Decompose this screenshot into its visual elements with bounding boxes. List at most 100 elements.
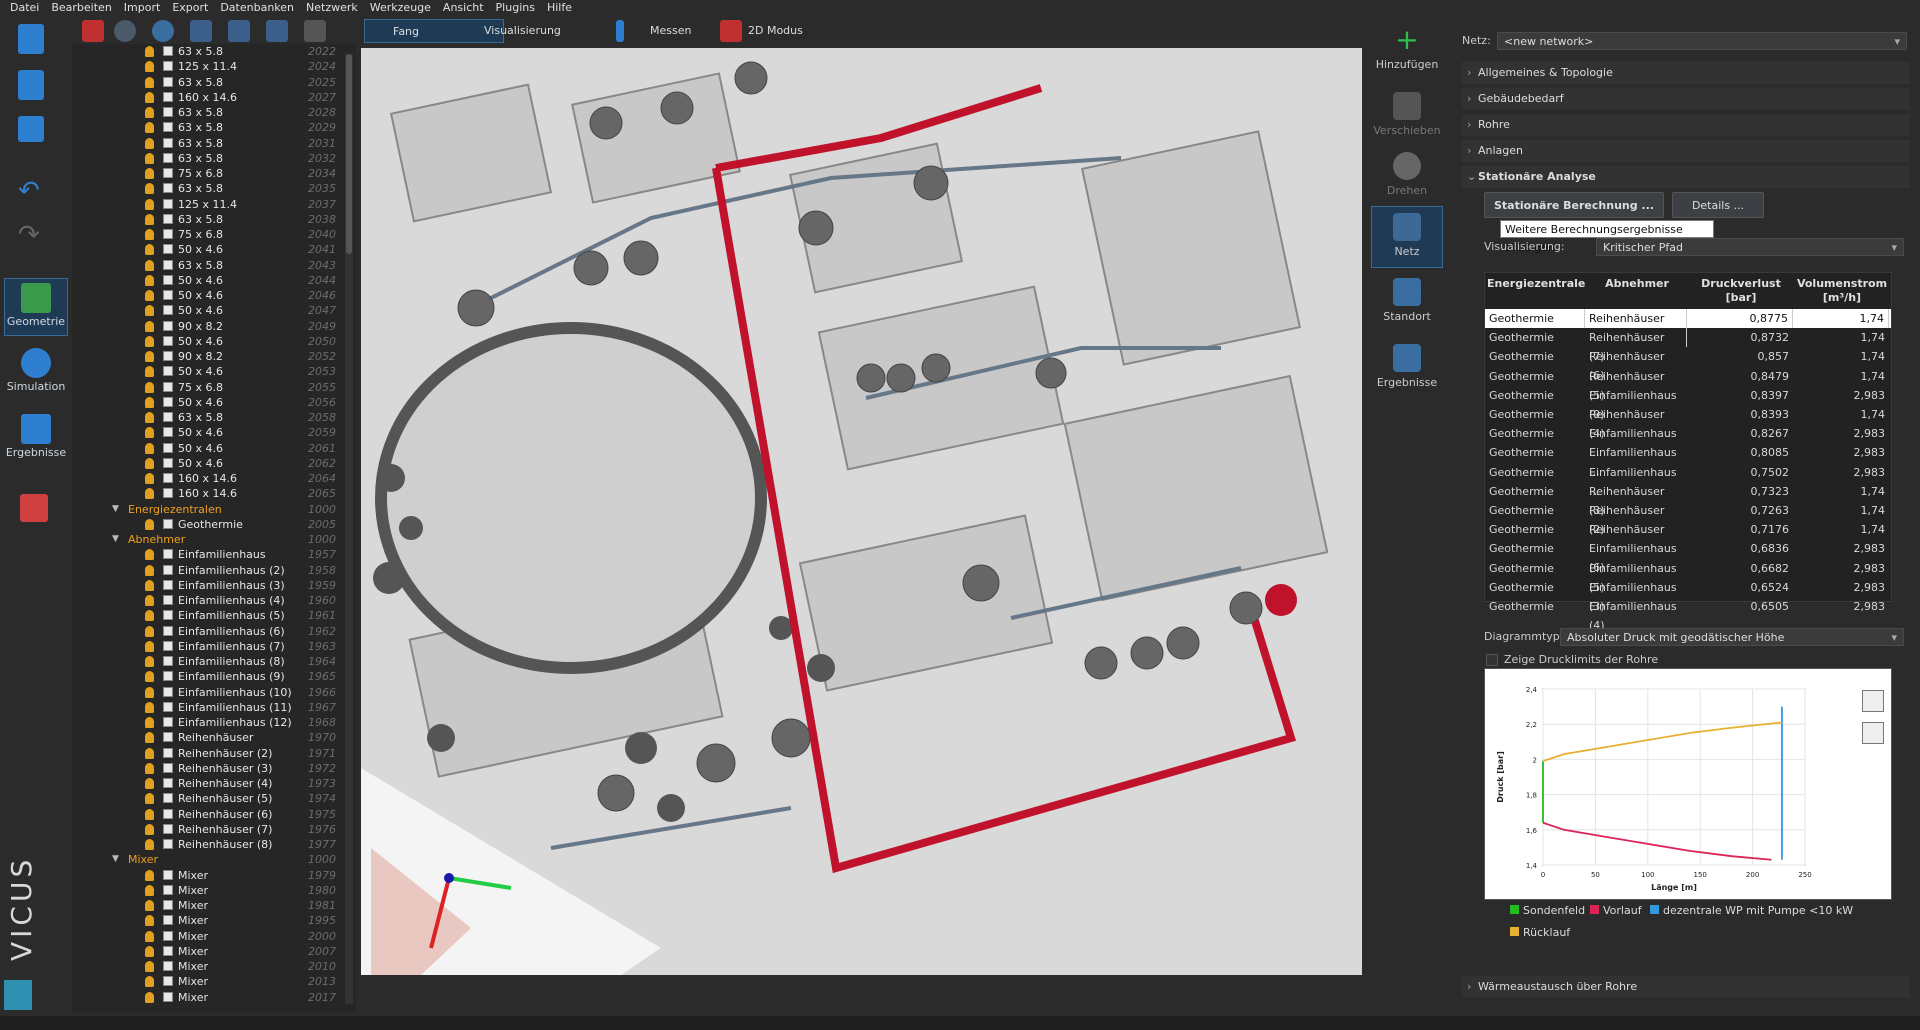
lightbulb-icon[interactable] [145, 945, 154, 957]
visibility-checkbox[interactable] [163, 945, 173, 956]
section-gebaeudebedarf[interactable]: Gebäudebedarf [1462, 88, 1910, 110]
tree-item[interactable]: 160 x 14.6 2064 [72, 471, 342, 486]
lightbulb-icon[interactable] [145, 762, 154, 774]
menu-ansicht[interactable]: Ansicht [437, 0, 490, 16]
tree-item[interactable]: 75 x 6.8 2040 [72, 227, 342, 242]
section-waermeaustausch[interactable]: Wärmeaustausch über Rohre [1462, 976, 1910, 998]
lightbulb-icon[interactable] [145, 839, 154, 850]
lightbulb-icon[interactable] [145, 808, 154, 820]
table-row[interactable]: Geothermie Reihenhäuser (7) 0,8732 1,74 [1485, 328, 1891, 363]
visibility-checkbox[interactable] [163, 473, 173, 483]
lightbulb-icon[interactable] [145, 686, 154, 698]
tree-item[interactable]: 50 x 4.6 2062 [72, 456, 342, 471]
open-file-icon[interactable] [18, 70, 44, 100]
menu-bearbeiten[interactable]: Bearbeiten [45, 0, 117, 16]
table-row[interactable]: Geothermie Einfamilienhaus (6) 0,6836 2,983 [1485, 539, 1891, 574]
table-row[interactable]: Geothermie Einfamilienhaus (3) 0,6524 2,983 [1485, 578, 1891, 613]
visibility-checkbox[interactable] [163, 305, 173, 316]
table-row[interactable]: Geothermie Einfamilienhaus (4) 0,6505 2,983 [1485, 597, 1891, 632]
tree-item[interactable]: Mixer 2007 [72, 944, 342, 959]
menu-netzwerk[interactable]: Netzwerk [300, 0, 364, 16]
visibility-checkbox[interactable] [163, 961, 173, 971]
tree-item[interactable]: 90 x 8.2 2052 [72, 349, 342, 364]
tree-item[interactable]: Einfamilienhaus (11) 1967 [72, 700, 342, 715]
section-rohre[interactable]: Rohre [1462, 114, 1910, 136]
visibility-checkbox[interactable] [163, 168, 173, 178]
visibility-checkbox[interactable] [163, 259, 173, 270]
visibility-checkbox[interactable] [163, 335, 173, 346]
delete-icon[interactable] [82, 20, 104, 42]
tree-item[interactable]: 63 x 5.8 2043 [72, 258, 342, 273]
visibility-checkbox[interactable] [163, 884, 173, 895]
visibility-checkbox[interactable] [163, 747, 173, 758]
tree-item[interactable]: 50 x 4.6 2041 [72, 242, 342, 257]
visibility-checkbox[interactable] [163, 351, 173, 361]
visibility-checkbox[interactable] [163, 518, 173, 529]
visibility-checkbox[interactable] [163, 686, 173, 697]
lightbulb-icon[interactable] [145, 473, 154, 484]
tree-item[interactable]: Reihenhäuser (3) 1972 [72, 761, 342, 776]
table-row[interactable]: Geothermie Reihenhäuser (2) 0,7263 1,74 [1485, 501, 1891, 536]
lightbulb-icon[interactable] [145, 900, 154, 911]
tree-item[interactable]: 50 x 4.6 2061 [72, 441, 342, 456]
menu-werkzeuge[interactable]: Werkzeuge [364, 0, 437, 16]
lightbulb-icon[interactable] [145, 320, 154, 332]
lightbulb-icon[interactable] [145, 91, 154, 103]
table-row[interactable]: Geothermie Reihenhäuser (6) 0,857 1,74 [1485, 347, 1891, 382]
2d-modus-button[interactable]: 2D Modus [748, 19, 803, 43]
lightbulb-icon[interactable] [145, 396, 154, 408]
tree-item[interactable]: 160 x 14.6 2027 [72, 90, 342, 105]
tree-item[interactable]: 63 x 5.8 2032 [72, 151, 342, 166]
tree-item[interactable]: Mixer 2017 [72, 990, 342, 1005]
lightbulb-icon[interactable] [145, 122, 154, 134]
visibility-checkbox[interactable] [163, 91, 173, 102]
tree-item[interactable]: Einfamilienhaus (12) 1968 [72, 715, 342, 730]
lightbulb-icon[interactable] [145, 457, 154, 469]
tree-item[interactable]: 75 x 6.8 2034 [72, 166, 342, 181]
lightbulb-icon[interactable] [145, 869, 154, 881]
hinzufuegen-button[interactable]: + Hinzufügen [1371, 20, 1443, 82]
3d-scene-view[interactable] [361, 48, 1362, 975]
visibility-checkbox[interactable] [163, 76, 173, 87]
tree-item[interactable]: 63 x 5.8 2025 [72, 75, 342, 90]
tree-item[interactable]: Einfamilienhaus (3) 1959 [72, 578, 342, 593]
tree-item[interactable]: 75 x 6.8 2055 [72, 380, 342, 395]
lightbulb-icon[interactable] [145, 213, 154, 225]
netz-button[interactable]: Netz [1371, 206, 1443, 268]
save-icon[interactable] [18, 116, 44, 142]
list-outline-icon[interactable] [266, 20, 288, 42]
tree-item[interactable]: Mixer 2010 [72, 959, 342, 974]
lightbulb-icon[interactable] [145, 442, 154, 454]
visibility-checkbox[interactable] [163, 412, 173, 422]
lightbulb-icon[interactable] [145, 671, 154, 683]
visibility-checkbox[interactable] [163, 717, 173, 727]
lightbulb-icon[interactable] [145, 701, 154, 713]
tree-item[interactable]: 50 x 4.6 2056 [72, 395, 342, 410]
tree-item[interactable]: Reihenhäuser (5) 1974 [72, 791, 342, 806]
visualisierung-button[interactable]: Visualisierung [450, 19, 570, 43]
visibility-checkbox[interactable] [163, 137, 173, 148]
visibility-checkbox[interactable] [163, 732, 173, 743]
network-map[interactable] [361, 48, 1362, 975]
menu-import[interactable]: Import [118, 0, 167, 16]
visibility-checkbox[interactable] [163, 427, 173, 438]
tree-item[interactable]: Einfamilienhaus (7) 1963 [72, 639, 342, 654]
tree-item[interactable]: Mixer 1981 [72, 898, 342, 913]
lightbulb-icon[interactable] [145, 579, 154, 591]
lightbulb-icon[interactable] [145, 366, 154, 378]
fullscreen-icon[interactable] [1862, 690, 1884, 712]
lightbulb-icon[interactable] [145, 625, 154, 637]
tree-item[interactable]: Einfamilienhaus (2) 1958 [72, 563, 342, 578]
lightbulb-icon[interactable] [145, 412, 154, 423]
col-energiezentrale[interactable]: Energiezentrale [1487, 273, 1585, 307]
tree-item[interactable]: Geothermie 2005 [72, 517, 342, 532]
lightbulb-icon[interactable] [145, 107, 154, 118]
tree-item[interactable]: Mixer 1995 [72, 913, 342, 928]
lightbulb-icon[interactable] [145, 549, 154, 561]
navigation-tree[interactable]: 63 x 5.8 2022 125 x 11.4 2024 63 x 5.8 2025 16… [72, 44, 356, 1012]
tree-item[interactable]: 90 x 8.2 2049 [72, 319, 342, 334]
tree-item[interactable]: Reihenhäuser (7) 1976 [72, 822, 342, 837]
tree-item[interactable]: 50 x 4.6 2050 [72, 334, 342, 349]
visibility-checkbox[interactable] [163, 396, 173, 407]
visibility-checkbox[interactable] [163, 442, 173, 453]
